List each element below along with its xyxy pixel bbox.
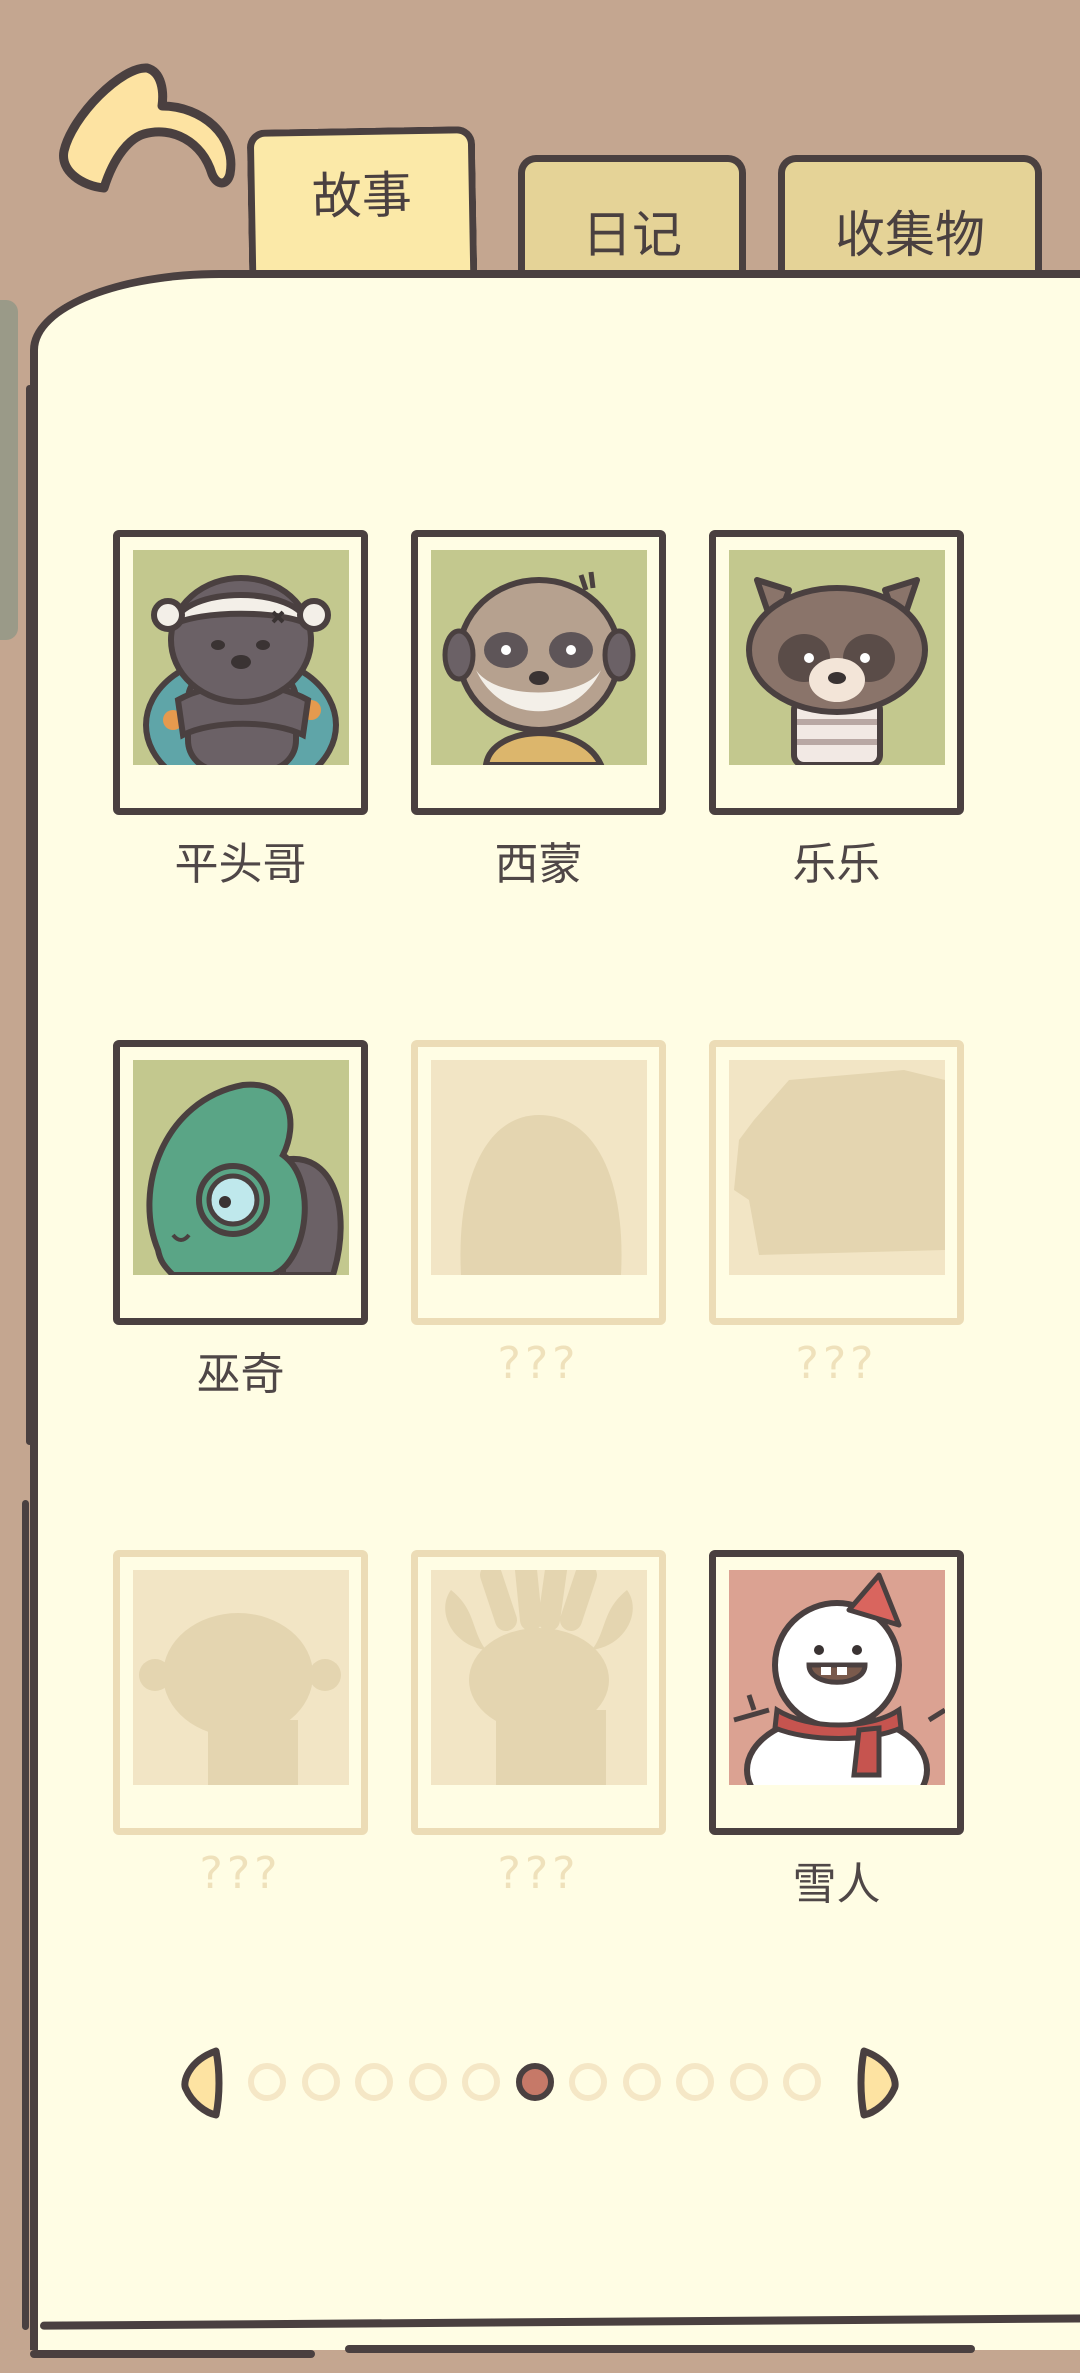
character-card-chameleon[interactable] <box>113 1040 368 1325</box>
side-bookmark[interactable] <box>0 300 18 640</box>
page-dot[interactable] <box>783 2063 821 2101</box>
honey-badger-portrait-icon <box>133 550 349 765</box>
character-name: 雪人 <box>792 1859 881 1910</box>
character-name: 乐乐 <box>792 839 881 890</box>
page-dot[interactable] <box>515 2063 554 2101</box>
back-arrow-icon[interactable] <box>52 56 242 226</box>
page-dot[interactable] <box>676 2063 714 2101</box>
character-card-honey-badger[interactable] <box>113 530 368 815</box>
tab-story-label: 故事 <box>311 165 413 226</box>
tab-diary[interactable]: 日记 <box>518 155 746 275</box>
next-page-arrow-icon[interactable] <box>856 2045 902 2121</box>
character-name: ??? <box>497 1848 580 1899</box>
character-name: 平头哥 <box>174 839 307 890</box>
page-dot[interactable] <box>462 2063 500 2101</box>
character-card-locked[interactable] <box>709 1040 964 1325</box>
previous-page-arrow-icon[interactable] <box>178 2045 224 2121</box>
character-name: ??? <box>199 1848 282 1899</box>
page-dot[interactable] <box>408 2063 447 2101</box>
character-card-meerkat[interactable] <box>411 530 666 815</box>
character-name: 巫奇 <box>196 1349 285 1400</box>
tab-collection[interactable]: 收集物 <box>778 155 1042 275</box>
character-card-snowman[interactable] <box>709 1550 964 1835</box>
chameleon-portrait-icon <box>133 1060 349 1275</box>
page-dot[interactable] <box>622 2063 661 2101</box>
locked-egg-silhouette-icon <box>431 1060 647 1275</box>
character-card-locked[interactable] <box>113 1550 368 1835</box>
tab-collection-label: 收集物 <box>835 206 985 264</box>
meerkat-portrait-icon <box>431 550 647 765</box>
character-name: 西蒙 <box>494 839 583 890</box>
character-name: ??? <box>795 1338 878 1389</box>
story-book-screen: 故事 日记 收集物 平头哥 西蒙 乐乐 巫奇 ??? ??? ??? ??? 雪… <box>0 0 1080 2373</box>
page-dot[interactable] <box>301 2063 340 2101</box>
character-card-raccoon-dog[interactable] <box>709 530 964 815</box>
page-dot[interactable] <box>248 2063 286 2101</box>
character-card-locked[interactable] <box>411 1040 666 1325</box>
page-binding-line <box>26 385 33 1445</box>
tab-story[interactable]: 故事 <box>246 126 478 280</box>
page-dot[interactable] <box>569 2063 607 2101</box>
locked-animal-silhouette-icon <box>133 1570 349 1785</box>
page-binding-line <box>22 1500 29 2330</box>
locked-box-silhouette-icon <box>729 1060 945 1275</box>
page-bottom-edge <box>345 2345 975 2353</box>
page-dot[interactable] <box>729 2063 768 2101</box>
character-card-locked[interactable] <box>411 1550 666 1835</box>
character-name: ??? <box>497 1338 580 1389</box>
snowman-portrait-icon <box>729 1570 945 1785</box>
locked-moose-silhouette-icon <box>431 1570 647 1785</box>
page-bottom-edge <box>30 2350 315 2358</box>
tab-diary-label: 日记 <box>582 206 682 264</box>
raccoon-dog-portrait-icon <box>729 550 945 765</box>
page-dot[interactable] <box>355 2063 393 2101</box>
